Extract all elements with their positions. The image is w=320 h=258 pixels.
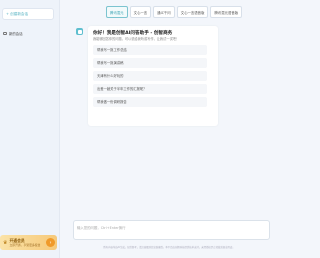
suggestion-item[interactable]: 帮我做一份调研报告 [93,97,207,107]
welcome-title: 你好！我是创智AI问答助手 - 创智商务 [93,31,173,36]
new-chat-button[interactable]: + 创建新会话 [2,8,54,20]
suggestion-item[interactable]: 帮我写一篇工作总结 [93,45,207,55]
member-subtitle: 立即开通，享受更多权益 [9,243,41,247]
new-chat-label: + 创建新会话 [6,11,29,16]
crown-icon: ♛ [3,239,8,246]
sidebar: + 创建新会话 新的会话 ♛ 开通会员 立即开通，享受更多权益 › [0,0,60,258]
arrow-right-icon[interactable]: › [46,238,55,247]
tab-hunyuan-voice[interactable]: 腾讯混元语音版 [210,6,243,18]
tab-wenxin-voice[interactable]: 文心一言语音版 [176,6,209,18]
model-tabs: 腾讯混元 文心一言 通义千问 文心一言语音版 腾讯混元语音版 [106,6,243,18]
tab-hunyuan[interactable]: 腾讯混元 [106,6,128,18]
tab-wenxin[interactable]: 文心一言 [129,6,152,18]
assistant-avatar-icon [76,28,83,35]
suggestion-item[interactable]: 天津有什么好玩的 [93,71,207,81]
history-item-label: 新的会话 [9,32,23,36]
welcome-subtitle: 我能够回答你的问题，可以说给我听或写作，让我试一试吧！ [93,37,180,41]
welcome-card: 你好！我是创智AI问答助手 - 创智商务 我能够回答你的问题，可以说给我听或写作… [88,26,218,126]
disclaimer-text: 所有内容均由AI生成，仅供参考，请注意甄别信息准确性。本平台由创智科技提供技术支… [103,246,235,249]
member-banner[interactable]: ♛ 开通会员 立即开通，享受更多权益 › [0,235,57,250]
tab-tongyi[interactable]: 通义千问 [153,6,175,18]
chat-input-box[interactable] [73,220,270,240]
history-item[interactable]: 新的会话 [0,28,60,39]
suggestion-item[interactable]: 出差一趟关于半年工作的汇报呢？ [93,84,207,94]
chat-bubble-icon [3,32,7,35]
suggestion-item[interactable]: 帮我写一篇演讲稿 [93,58,207,68]
chat-input[interactable] [77,226,266,230]
